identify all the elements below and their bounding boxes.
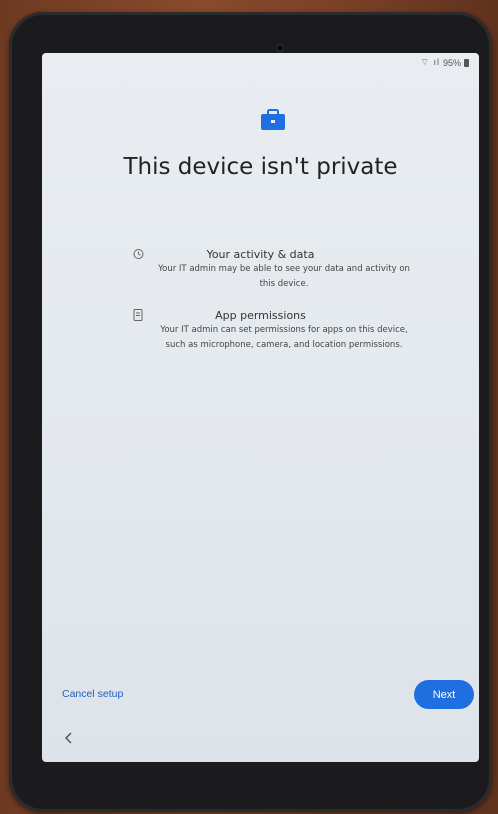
status-bar: ⌔ ıl 95%	[421, 57, 469, 68]
front-camera	[277, 45, 283, 51]
back-chevron-icon[interactable]	[60, 729, 78, 747]
item-desc-permissions: Your IT admin can set permissions for ap…	[160, 325, 408, 350]
battery-icon	[464, 58, 469, 67]
cancel-setup-link[interactable]: Cancel setup	[62, 688, 123, 700]
item-title-permissions: App permissions	[215, 309, 306, 322]
device-screen: ⌔ ıl 95% This device isn't private Your …	[42, 53, 479, 762]
next-button[interactable]: Next	[414, 680, 474, 709]
item-desc-activity: Your IT admin may be able to see your da…	[158, 264, 410, 289]
battery-level: 95%	[442, 57, 461, 68]
item-title-activity: Your activity & data	[206, 248, 315, 261]
briefcase-icon	[261, 109, 285, 130]
page-title: This device isn't private	[123, 154, 398, 180]
signal-icon: ⌔ ıl	[420, 57, 440, 67]
